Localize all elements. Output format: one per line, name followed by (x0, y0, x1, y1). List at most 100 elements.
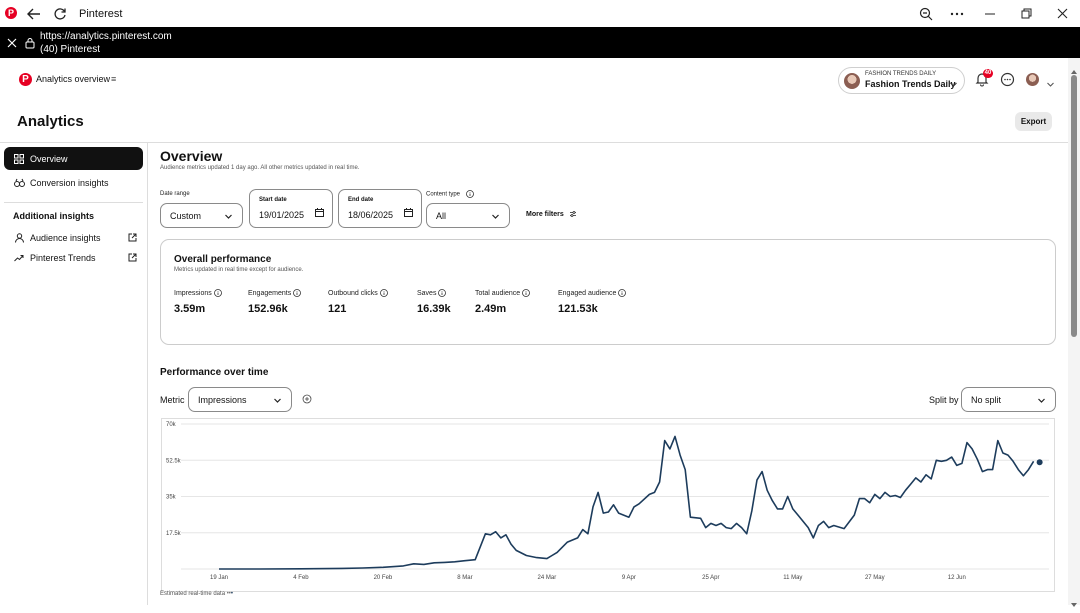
content-type-select[interactable]: All (426, 203, 510, 228)
chevron-down-icon (491, 212, 500, 221)
metric-impressions[interactable]: Impressions 3.59m (174, 289, 222, 315)
x-tick-label: 24 Mar (538, 575, 557, 581)
x-tick-label: 11 May (783, 575, 802, 581)
end-date-field[interactable]: End date 18/06/2025 (338, 189, 422, 228)
add-metric-icon[interactable] (302, 391, 312, 404)
restore-icon[interactable] (1016, 4, 1036, 23)
content-type-value: All (436, 211, 447, 221)
user-avatar[interactable] (1026, 73, 1039, 86)
footnote-text: Estimated real-time data (160, 591, 226, 597)
calendar-icon (404, 204, 413, 217)
start-date-field[interactable]: Start date 19/01/2025 (249, 189, 333, 228)
page-title: Analytics (17, 113, 84, 130)
metric-value: 3.59m (174, 303, 206, 315)
analytics-overview-nav[interactable]: Analytics overview (36, 74, 110, 84)
refresh-icon[interactable] (50, 4, 70, 23)
info-icon[interactable] (213, 289, 222, 297)
account-handle: FASHION TRENDS DAILY (865, 71, 937, 77)
close-icon[interactable] (6, 36, 18, 48)
metric-outbound-clicks[interactable]: Outbound clicks 121 (328, 289, 388, 315)
sidebar-item-label: Audience insights (30, 232, 101, 243)
start-date-value: 19/01/2025 (259, 210, 305, 220)
overall-performance-title: Overall performance (174, 254, 272, 265)
end-date-label: End date (348, 197, 374, 203)
info-icon[interactable] (618, 289, 627, 297)
messages-icon[interactable] (1000, 72, 1015, 87)
x-tick-label: 25 Apr (702, 575, 719, 581)
more-filters-button[interactable]: More filters (526, 210, 577, 218)
back-icon[interactable] (24, 4, 44, 23)
metric-select[interactable]: Impressions (188, 387, 292, 412)
x-tick-label: 27 May (865, 575, 885, 581)
split-by-label: Split by (929, 395, 959, 405)
grid-icon (13, 153, 25, 165)
filter-icon (569, 210, 577, 218)
info-icon[interactable] (522, 289, 531, 297)
metric-label: Saves (417, 289, 437, 297)
impressions-chart[interactable]: 17.5k 35k 52.5k 70k 19 Jan 4 Feb 20 Feb 8 Mar 24… (161, 418, 1055, 592)
conversion-icon (13, 177, 25, 189)
y-tick-label: 70k (166, 422, 177, 428)
metric-value: 16.39k (417, 303, 451, 315)
sidebar-item-overview[interactable]: Overview (4, 147, 143, 170)
calendar-icon (315, 204, 324, 217)
minimize-icon[interactable] (980, 4, 1000, 23)
info-icon[interactable] (293, 289, 302, 297)
tab-page-title: (40) Pinterest (40, 44, 101, 55)
y-tick-label: 52.5k (166, 458, 182, 464)
metric-value: 121 (328, 303, 347, 315)
trend-icon (13, 252, 25, 264)
account-switcher[interactable]: FASHION TRENDS DAILY Fashion Trends Dail… (838, 67, 965, 94)
account-avatar (844, 73, 860, 89)
info-icon[interactable] (379, 289, 388, 297)
app-header: P Analytics overview ≡ FASHION TRENDS DA… (0, 58, 1068, 106)
performance-over-time-title: Performance over time (160, 367, 269, 378)
chart-footnote: Estimated real-time data ••• (160, 591, 233, 597)
x-tick-label: 9 Apr (622, 575, 636, 581)
metric-engagements[interactable]: Engagements 152.96k (248, 289, 302, 315)
page-scrollbar[interactable] (1068, 58, 1080, 607)
x-tick-label: 20 Feb (374, 575, 393, 581)
x-tick-label: 19 Jan (210, 575, 228, 581)
chart-frame (161, 418, 1055, 592)
metric-value: 2.49m (475, 303, 507, 315)
metric-select-label: Metric (160, 395, 185, 405)
more-options-icon[interactable] (947, 4, 967, 23)
close-window-icon[interactable] (1052, 4, 1072, 23)
metric-label: Outbound clicks (328, 289, 378, 297)
zoom-icon[interactable] (916, 4, 936, 23)
metric-label: Total audience (475, 289, 521, 297)
split-by-value: No split (971, 395, 1002, 405)
metric-label: Impressions (174, 289, 212, 297)
lock-icon (24, 36, 36, 49)
metric-saves[interactable]: Saves 16.39k (417, 289, 451, 315)
sidebar-item-label: Pinterest Trends (30, 252, 96, 263)
header-divider (0, 142, 1068, 143)
date-range-label: Date range (160, 191, 190, 197)
export-button[interactable]: Export (1015, 112, 1052, 131)
url-text[interactable]: https://analytics.pinterest.com (40, 31, 172, 42)
sidebar-item-pinterest-trends[interactable]: Pinterest Trends (4, 246, 143, 269)
metric-total-audience[interactable]: Total audience 2.49m (475, 289, 531, 315)
menu-icon[interactable]: ≡ (111, 74, 116, 84)
x-tick-label: 12 Jun (948, 575, 966, 581)
date-range-value: Custom (170, 211, 202, 221)
scroll-up-icon[interactable] (1071, 62, 1077, 74)
chevron-down-icon (1037, 396, 1046, 405)
date-range-select[interactable]: Custom (160, 203, 243, 228)
loading-dot-active-icon: • (230, 591, 234, 597)
metric-engaged-audience[interactable]: Engaged audience 121.53k (558, 289, 627, 315)
content-type-label-wrap: Content type (426, 190, 474, 198)
x-tick-label: 4 Feb (293, 575, 309, 581)
pinterest-logo-icon[interactable]: P (19, 73, 32, 86)
chevron-down-icon[interactable] (1046, 76, 1055, 87)
info-icon[interactable] (465, 190, 474, 198)
split-by-select[interactable]: No split (961, 387, 1056, 412)
content-type-label: Content type (426, 191, 461, 198)
sidebar-item-label: Overview (30, 153, 68, 164)
info-icon[interactable] (438, 289, 447, 297)
sidebar-item-conversion-insights[interactable]: Conversion insights (4, 171, 143, 194)
metric-select-value: Impressions (198, 395, 247, 405)
scroll-down-icon[interactable] (1071, 595, 1077, 607)
scrollbar-thumb[interactable] (1071, 75, 1077, 337)
